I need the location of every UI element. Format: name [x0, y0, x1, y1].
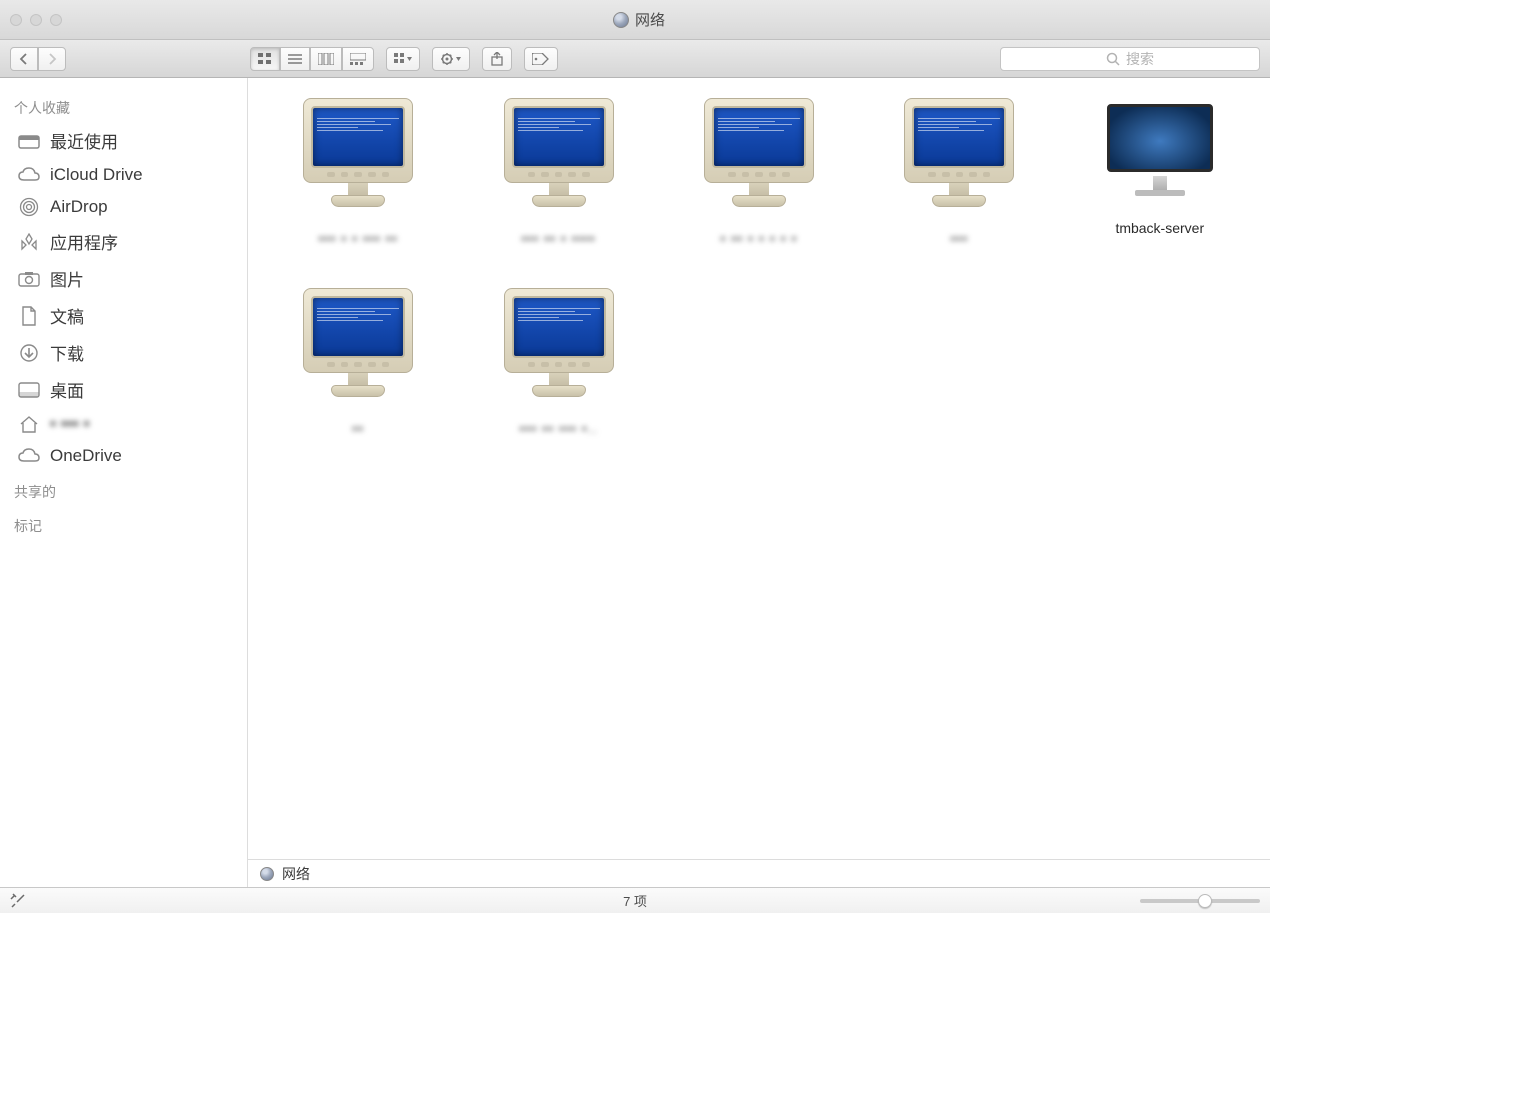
action-button[interactable]: [432, 47, 470, 71]
window-title: 网络: [62, 9, 1216, 30]
sidebar-item-label: 最近使用: [50, 128, 118, 153]
back-button[interactable]: [10, 47, 38, 71]
sidebar-item-label: iCloud Drive: [50, 165, 143, 185]
pc-monitor-icon: [694, 98, 824, 218]
sidebar-item-pictures[interactable]: 图片: [0, 260, 247, 297]
forward-button[interactable]: [38, 47, 66, 71]
sidebar-item-label: 应用程序: [50, 229, 118, 254]
column-view-button[interactable]: [310, 47, 342, 71]
item-label: ▪︎▪︎▪︎ ▪︎▪︎ ▪︎▪︎▪︎ ▪︎..: [520, 420, 598, 436]
home-icon: [18, 414, 40, 434]
sidebar-item-documents[interactable]: 文稿: [0, 297, 247, 334]
minimize-window-button[interactable]: [30, 14, 42, 26]
network-item[interactable]: ▪︎▪︎▪︎ ▪︎ ▪︎ ▪︎▪︎▪︎ ▪︎▪︎: [258, 98, 458, 288]
sidebar-item-label: 文稿: [50, 303, 84, 328]
content-area: ▪︎▪︎▪︎ ▪︎ ▪︎ ▪︎▪︎▪︎ ▪︎▪︎ ▪︎▪︎▪︎ ▪︎▪︎ ▪︎ …: [248, 78, 1270, 887]
network-globe-icon: [613, 12, 629, 28]
sidebar-item-onedrive[interactable]: OneDrive: [0, 440, 247, 472]
close-window-button[interactable]: [10, 14, 22, 26]
status-bar: 7 项: [0, 887, 1270, 913]
sidebar-item-icloud[interactable]: iCloud Drive: [0, 159, 247, 191]
sidebar-section-favorites: 个人收藏: [0, 94, 247, 122]
item-label: ▪︎▪︎▪︎ ▪︎ ▪︎ ▪︎▪︎▪︎ ▪︎▪︎: [319, 230, 398, 246]
path-location: 网络: [282, 864, 310, 884]
download-icon: [18, 343, 40, 363]
search-icon: [1106, 52, 1120, 66]
sidebar-item-label: OneDrive: [50, 446, 122, 466]
pc-monitor-icon: [494, 98, 624, 218]
icon-size-slider[interactable]: [1140, 899, 1260, 903]
sidebar-item-desktop[interactable]: 桌面: [0, 371, 247, 408]
search-field[interactable]: 搜索: [1000, 47, 1260, 71]
titlebar: 网络: [0, 0, 1270, 40]
item-label: ▪︎ ▪︎▪︎ ▪︎ ▪︎ ▪︎ ▪︎ ▪︎: [720, 230, 797, 246]
cloud-icon: [18, 446, 40, 466]
pc-monitor-icon: [894, 98, 1024, 218]
item-label: ▪︎▪︎: [352, 420, 364, 436]
status-text: 7 项: [623, 891, 647, 910]
path-bar[interactable]: 网络: [248, 859, 1270, 887]
sidebar-section-shared: 共享的: [0, 478, 247, 506]
sidebar-item-label: ▪︎ ▪︎▪︎▪︎ ▪︎: [50, 414, 90, 434]
pc-monitor-icon: [293, 98, 423, 218]
pc-monitor-icon: [293, 288, 423, 408]
view-buttons: [250, 47, 374, 71]
sidebar-item-label: AirDrop: [50, 197, 108, 217]
traffic-lights: [10, 14, 62, 26]
gallery-view-button[interactable]: [342, 47, 374, 71]
tags-button[interactable]: [524, 47, 558, 71]
sidebar: 个人收藏 最近使用 iCloud Drive AirDrop 应用程序 图片 文…: [0, 78, 248, 887]
sidebar-item-downloads[interactable]: 下载: [0, 334, 247, 371]
sidebar-item-label: 桌面: [50, 377, 84, 402]
toolbar: 搜索: [0, 40, 1270, 78]
sidebar-item-label: 图片: [50, 266, 84, 291]
desktop-icon: [18, 380, 40, 400]
nav-buttons: [10, 47, 66, 71]
item-label: ▪︎▪︎▪︎: [950, 230, 968, 246]
sidebar-section-tags: 标记: [0, 512, 247, 540]
applications-icon: [18, 232, 40, 252]
network-globe-icon: [260, 867, 274, 881]
mac-monitor-icon: [1095, 98, 1225, 208]
network-item[interactable]: ▪︎▪︎: [258, 288, 458, 478]
sidebar-item-applications[interactable]: 应用程序: [0, 223, 247, 260]
window-title-text: 网络: [635, 9, 665, 30]
item-label: tmback-server: [1115, 220, 1204, 236]
network-item[interactable]: ▪︎ ▪︎▪︎ ▪︎ ▪︎ ▪︎ ▪︎ ▪︎: [659, 98, 859, 288]
network-item[interactable]: tmback-server: [1060, 98, 1260, 288]
network-item[interactable]: ▪︎▪︎▪︎ ▪︎▪︎ ▪︎ ▪︎▪︎▪︎▪︎: [458, 98, 658, 288]
network-item[interactable]: ▪︎▪︎▪︎ ▪︎▪︎ ▪︎▪︎▪︎ ▪︎..: [458, 288, 658, 478]
sidebar-item-airdrop[interactable]: AirDrop: [0, 191, 247, 223]
document-icon: [18, 306, 40, 326]
pc-monitor-icon: [494, 288, 624, 408]
camera-icon: [18, 269, 40, 289]
network-item[interactable]: ▪︎▪︎▪︎: [859, 98, 1059, 288]
recents-icon: [18, 131, 40, 151]
search-placeholder: 搜索: [1126, 49, 1154, 69]
group-by-button[interactable]: [386, 47, 420, 71]
icon-view-button[interactable]: [250, 47, 280, 71]
sidebar-item-label: 下载: [50, 340, 84, 365]
list-view-button[interactable]: [280, 47, 310, 71]
icon-view-area[interactable]: ▪︎▪︎▪︎ ▪︎ ▪︎ ▪︎▪︎▪︎ ▪︎▪︎ ▪︎▪︎▪︎ ▪︎▪︎ ▪︎ …: [248, 78, 1270, 859]
airdrop-icon: [18, 197, 40, 217]
sidebar-item-recents[interactable]: 最近使用: [0, 122, 247, 159]
cloud-icon: [18, 165, 40, 185]
share-button[interactable]: [482, 47, 512, 71]
customize-toolbar-icon[interactable]: [10, 893, 26, 909]
sidebar-item-home[interactable]: ▪︎ ▪︎▪︎▪︎ ▪︎: [0, 408, 247, 440]
item-label: ▪︎▪︎▪︎ ▪︎▪︎ ▪︎ ▪︎▪︎▪︎▪︎: [521, 230, 595, 246]
slider-knob[interactable]: [1198, 894, 1212, 908]
zoom-window-button[interactable]: [50, 14, 62, 26]
